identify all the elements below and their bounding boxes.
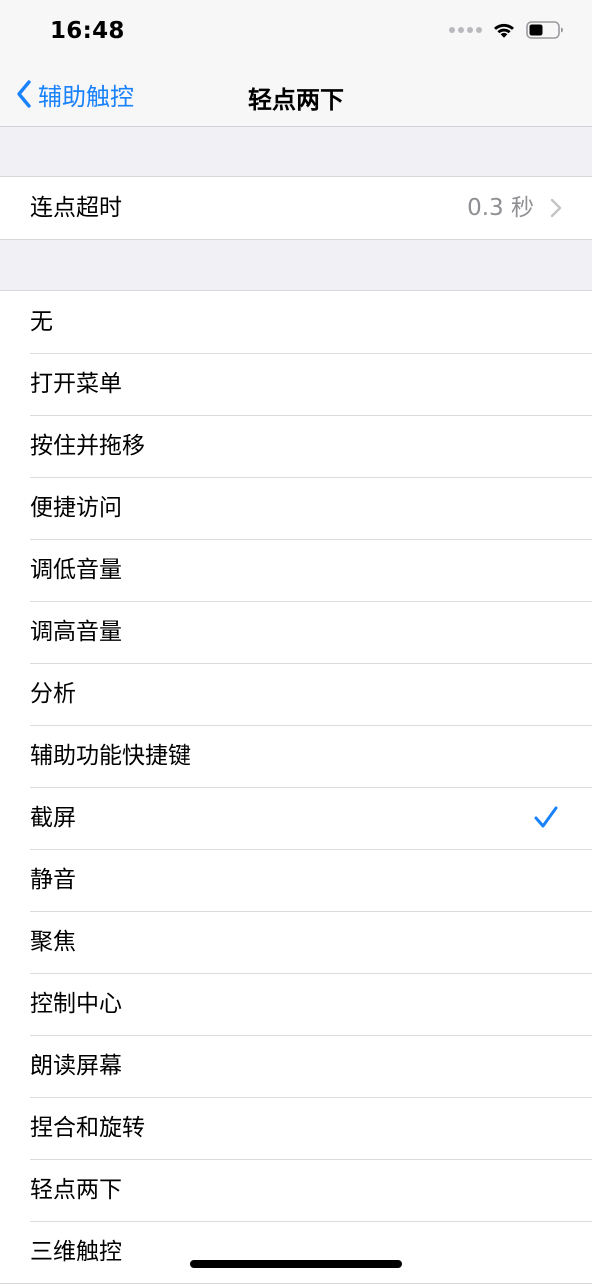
action-option-label: 控制中心 bbox=[30, 991, 122, 1017]
action-option-row[interactable]: 按住并拖移 bbox=[0, 415, 592, 477]
status-time: 16:48 bbox=[50, 18, 125, 44]
action-option-row[interactable]: 分析 bbox=[0, 663, 592, 725]
action-option-row[interactable]: 朗读屏幕 bbox=[0, 1035, 592, 1097]
action-option-label: 朗读屏幕 bbox=[30, 1053, 122, 1079]
timeout-value: 0.3 秒 bbox=[467, 195, 534, 221]
action-option-label: 捏合和旋转 bbox=[30, 1115, 145, 1141]
action-option-row[interactable]: 三维触控 bbox=[0, 1221, 592, 1283]
chevron-right-icon bbox=[550, 198, 562, 218]
action-option-row[interactable]: 调高音量 bbox=[0, 601, 592, 663]
action-option-row[interactable]: 调低音量 bbox=[0, 539, 592, 601]
action-option-label: 截屏 bbox=[30, 805, 76, 831]
action-option-row[interactable]: 便捷访问 bbox=[0, 477, 592, 539]
timeout-group: 连点超时 0.3 秒 bbox=[0, 176, 592, 240]
action-option-label: 轻点两下 bbox=[30, 1177, 122, 1203]
battery-icon bbox=[526, 21, 563, 39]
home-indicator bbox=[190, 1260, 402, 1268]
action-option-label: 按住并拖移 bbox=[30, 433, 145, 459]
status-bar: 16:48 bbox=[0, 0, 592, 62]
action-option-label: 三维触控 bbox=[30, 1239, 122, 1265]
action-option-row[interactable]: 无 bbox=[0, 291, 592, 353]
action-option-label: 调低音量 bbox=[30, 557, 122, 583]
action-option-label: 分析 bbox=[30, 681, 76, 707]
navigation-bar: 辅助触控 轻点两下 bbox=[0, 62, 592, 127]
action-option-label: 打开菜单 bbox=[30, 371, 122, 397]
status-icons bbox=[449, 20, 564, 40]
action-option-row[interactable]: 轻点两下 bbox=[0, 1159, 592, 1221]
action-option-row[interactable]: 打开菜单 bbox=[0, 353, 592, 415]
action-option-label: 聚焦 bbox=[30, 929, 76, 955]
checkmark-icon bbox=[534, 806, 558, 828]
page-title: 轻点两下 bbox=[248, 86, 344, 114]
timeout-label: 连点超时 bbox=[30, 195, 122, 221]
action-option-row[interactable]: 辅助功能快捷键 bbox=[0, 725, 592, 787]
section-gap bbox=[0, 240, 592, 290]
wifi-icon bbox=[494, 23, 514, 38]
action-options-list: 无打开菜单按住并拖移便捷访问调低音量调高音量分析辅助功能快捷键 截屏静音聚焦控制中… bbox=[0, 290, 592, 1284]
action-option-row[interactable]: 控制中心 bbox=[0, 973, 592, 1035]
action-option-row[interactable]: 截屏 bbox=[0, 787, 592, 849]
action-option-label: 调高音量 bbox=[30, 619, 122, 645]
action-option-label: 无 bbox=[30, 309, 53, 335]
action-option-row[interactable]: 静音 bbox=[0, 849, 592, 911]
double-tap-timeout-row[interactable]: 连点超时 0.3 秒 bbox=[0, 177, 592, 239]
action-option-label: 辅助功能快捷键 bbox=[30, 743, 191, 769]
signal-dots-icon bbox=[449, 27, 482, 33]
action-option-row[interactable]: 聚焦 bbox=[0, 911, 592, 973]
action-option-row[interactable]: 捏合和旋转 bbox=[0, 1097, 592, 1159]
action-option-label: 便捷访问 bbox=[30, 495, 122, 521]
action-option-label: 静音 bbox=[30, 867, 76, 893]
section-gap bbox=[0, 127, 592, 176]
